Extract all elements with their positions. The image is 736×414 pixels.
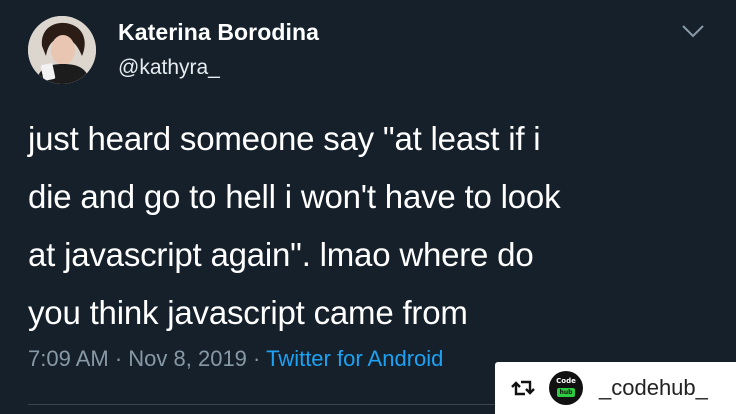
tweet-source-link[interactable]: Twitter for Android bbox=[266, 346, 443, 371]
avatar[interactable] bbox=[28, 16, 96, 84]
display-name[interactable]: Katerina Borodina bbox=[118, 19, 319, 46]
repost-icon bbox=[511, 380, 535, 396]
meta-separator: · bbox=[246, 346, 267, 371]
divider bbox=[28, 404, 508, 405]
meta-separator: · bbox=[108, 346, 129, 371]
codehub-logo: Code hub bbox=[549, 371, 583, 405]
tweet-time[interactable]: 7:09 AM bbox=[28, 346, 109, 371]
tweet-date[interactable]: Nov 8, 2019 bbox=[128, 346, 247, 371]
repost-username[interactable]: _codehub_ bbox=[599, 375, 708, 401]
repost-badge: Code hub _codehub_ bbox=[495, 362, 736, 414]
tweet-text: just heard someone say "at least if i di… bbox=[28, 120, 561, 331]
tweet-card: Katerina Borodina @kathyra_ just heard s… bbox=[0, 0, 736, 414]
logo-text: Code bbox=[556, 377, 576, 385]
logo-text: hub bbox=[557, 388, 575, 397]
user-handle[interactable]: @kathyra_ bbox=[118, 56, 220, 80]
chevron-down-icon[interactable] bbox=[680, 22, 706, 40]
tweet-meta: 7:09 AM · Nov 8, 2019 · Twitter for Andr… bbox=[28, 346, 443, 372]
